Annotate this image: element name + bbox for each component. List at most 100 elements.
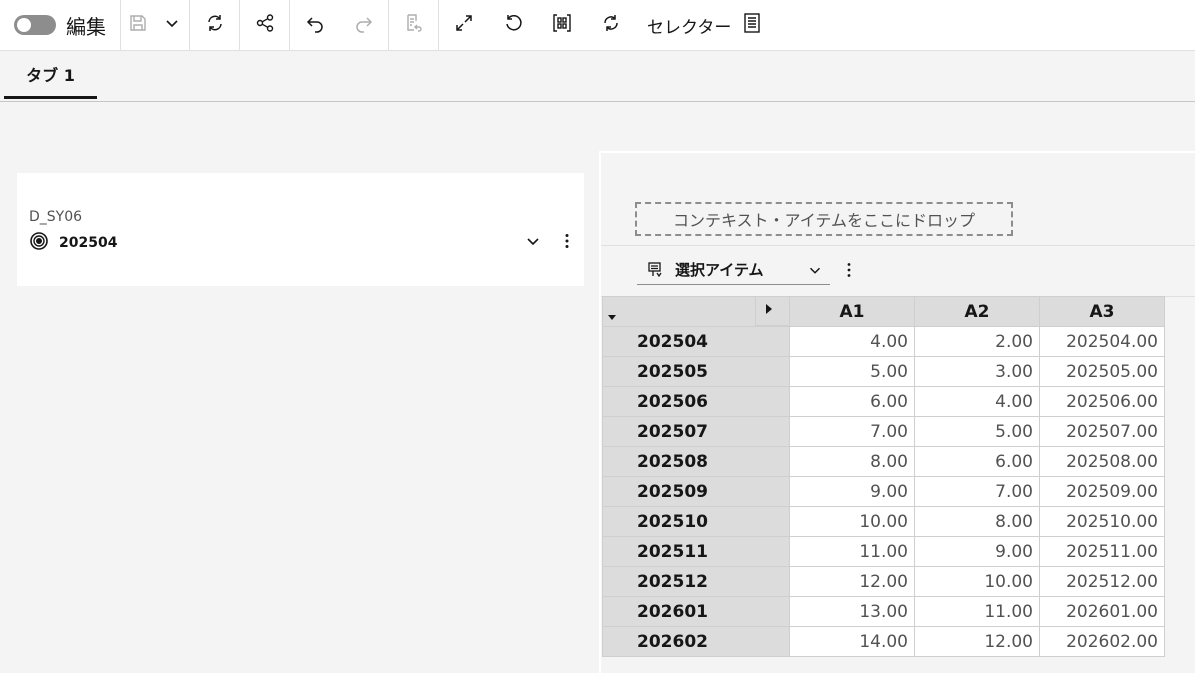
row-header[interactable]: 202504 xyxy=(602,326,790,357)
share-icon xyxy=(255,13,275,37)
expand-column-cell[interactable] xyxy=(755,297,789,326)
table-cell[interactable]: 11.00 xyxy=(914,596,1040,627)
refresh-button[interactable] xyxy=(190,0,239,51)
table-row: 202509 9.00 7.00 202509.00 xyxy=(602,476,1165,507)
card-value-row[interactable]: 202504 xyxy=(29,231,117,255)
sync-icon xyxy=(601,13,621,37)
sync-button[interactable] xyxy=(586,0,635,51)
row-header[interactable]: 202509 xyxy=(602,476,790,507)
corner-cell xyxy=(602,296,790,327)
undo-button[interactable] xyxy=(290,0,339,51)
table-row: 202505 5.00 3.00 202505.00 xyxy=(602,356,1165,387)
row-header[interactable]: 202507 xyxy=(602,416,790,447)
overflow-menu-icon[interactable] xyxy=(841,261,857,279)
table-cell[interactable]: 202504.00 xyxy=(1039,326,1165,357)
table-cell[interactable]: 202512.00 xyxy=(1039,566,1165,597)
share-group xyxy=(240,0,290,51)
refresh-group xyxy=(190,0,240,51)
selector-button[interactable]: セレクター xyxy=(635,0,761,51)
table-cell[interactable]: 5.00 xyxy=(789,356,915,387)
save-icon xyxy=(128,13,148,37)
edit-toggle[interactable]: 編集 xyxy=(0,0,120,51)
revert-document-icon xyxy=(404,13,424,37)
row-header[interactable]: 202510 xyxy=(602,506,790,537)
table-cell[interactable]: 7.00 xyxy=(914,476,1040,507)
table-cell[interactable]: 202510.00 xyxy=(1039,506,1165,537)
table-cell[interactable]: 3.00 xyxy=(914,356,1040,387)
table-cell[interactable]: 8.00 xyxy=(789,446,915,477)
selector-panel-icon xyxy=(731,12,761,38)
save-button[interactable] xyxy=(121,0,155,51)
table-cell[interactable]: 202507.00 xyxy=(1039,416,1165,447)
table-cell[interactable]: 7.00 xyxy=(789,416,915,447)
row-header[interactable]: 202508 xyxy=(602,446,790,477)
row-header[interactable]: 202511 xyxy=(602,536,790,567)
redo-button[interactable] xyxy=(339,0,388,51)
column-header[interactable]: A2 xyxy=(914,296,1040,327)
save-options-button[interactable] xyxy=(155,0,189,51)
layout-button[interactable] xyxy=(537,0,586,51)
crosstab-table: A1 A2 A3 202504 4.00 2.00 202504.00 202505 5.… xyxy=(602,296,1165,657)
column-header[interactable]: A1 xyxy=(789,296,915,327)
header-row: A1 A2 A3 xyxy=(602,296,1165,327)
table-cell[interactable]: 12.00 xyxy=(789,566,915,597)
undo-icon xyxy=(305,13,325,37)
column-header[interactable]: A3 xyxy=(1039,296,1165,327)
table-cell[interactable]: 10.00 xyxy=(914,566,1040,597)
row-header[interactable]: 202506 xyxy=(602,386,790,417)
table-row: 202601 13.00 11.00 202601.00 xyxy=(602,596,1165,627)
table-row: 202504 4.00 2.00 202504.00 xyxy=(602,326,1165,357)
row-header[interactable]: 202601 xyxy=(602,596,790,627)
divider xyxy=(601,245,1195,246)
table-cell[interactable]: 202505.00 xyxy=(1039,356,1165,387)
table-cell[interactable]: 202509.00 xyxy=(1039,476,1165,507)
tab-1[interactable]: タブ 1 xyxy=(4,51,97,99)
chevron-down-icon xyxy=(162,13,182,37)
table-cell[interactable]: 5.00 xyxy=(914,416,1040,447)
table-cell[interactable]: 14.00 xyxy=(789,626,915,657)
table-cell[interactable]: 6.00 xyxy=(914,446,1040,477)
row-header[interactable]: 202512 xyxy=(602,566,790,597)
chevron-down-icon[interactable] xyxy=(523,231,543,251)
table-cell[interactable]: 202508.00 xyxy=(1039,446,1165,477)
table-cell[interactable]: 9.00 xyxy=(914,536,1040,567)
save-group xyxy=(121,0,190,51)
card-label: D_SY06 xyxy=(29,209,83,225)
selected-item-icon xyxy=(647,261,665,279)
refresh-icon xyxy=(205,13,225,37)
table-cell[interactable]: 202601.00 xyxy=(1039,596,1165,627)
edit-label: 編集 xyxy=(66,14,106,39)
table-cell[interactable]: 10.00 xyxy=(789,506,915,537)
context-dropzone[interactable]: コンテキスト・アイテムをここにドロップ xyxy=(635,202,1013,236)
row-header[interactable]: 202602 xyxy=(602,626,790,657)
selected-item-label: 選択アイテム xyxy=(675,261,764,279)
table-cell[interactable]: 12.00 xyxy=(914,626,1040,657)
toolbar: 編集 セレクター xyxy=(0,0,1195,51)
table-row: 202508 8.00 6.00 202508.00 xyxy=(602,446,1165,477)
value-selector-card: D_SY06 202504 xyxy=(17,173,584,286)
table-row: 202511 11.00 9.00 202511.00 xyxy=(602,536,1165,567)
row-header[interactable]: 202505 xyxy=(602,356,790,387)
table-cell[interactable]: 202506.00 xyxy=(1039,386,1165,417)
share-button[interactable] xyxy=(240,0,289,51)
table-cell[interactable]: 8.00 xyxy=(914,506,1040,537)
table-cell[interactable]: 2.00 xyxy=(914,326,1040,357)
table-row: 202512 12.00 10.00 202512.00 xyxy=(602,566,1165,597)
table-cell[interactable]: 13.00 xyxy=(789,596,915,627)
selected-item-dropdown[interactable]: 選択アイテム xyxy=(637,255,830,285)
table-cell[interactable]: 9.00 xyxy=(789,476,915,507)
revert-button[interactable] xyxy=(389,0,438,51)
table-cell[interactable]: 11.00 xyxy=(789,536,915,567)
sort-down-icon[interactable] xyxy=(607,307,617,320)
table-cell[interactable]: 4.00 xyxy=(789,326,915,357)
table-cell[interactable]: 4.00 xyxy=(914,386,1040,417)
reset-button[interactable] xyxy=(488,0,537,51)
table-cell[interactable]: 6.00 xyxy=(789,386,915,417)
table-row: 202602 14.00 12.00 202602.00 xyxy=(602,626,1165,657)
toggle-switch[interactable] xyxy=(14,15,56,35)
table-cell[interactable]: 202511.00 xyxy=(1039,536,1165,567)
redo-icon xyxy=(354,13,374,37)
overflow-menu-icon[interactable] xyxy=(557,231,577,251)
table-cell[interactable]: 202602.00 xyxy=(1039,626,1165,657)
fullscreen-button[interactable] xyxy=(439,0,488,51)
